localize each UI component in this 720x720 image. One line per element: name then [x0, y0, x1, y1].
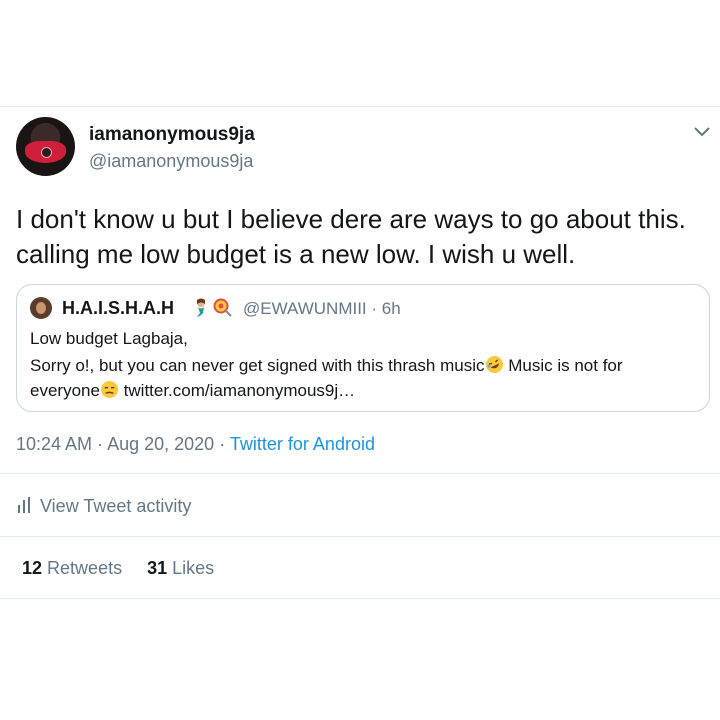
quoted-tweet-card[interactable]: H.A.I.S.H.A.H @EWAWUNMIII · 6h Low budge… — [16, 284, 710, 412]
chevron-down-icon[interactable] — [693, 124, 711, 138]
tweet-date[interactable]: Aug 20, 2020 — [107, 434, 214, 454]
bar-chart-icon — [18, 497, 30, 513]
quoted-text-line-3a: everyone — [30, 381, 100, 400]
quoted-time: 6h — [381, 299, 401, 318]
quoted-text-line-1: Low budget Lagbaja, — [30, 329, 188, 348]
engagement-stats: 12 Retweets 31 Likes — [22, 558, 234, 579]
quoted-text-line-2a: Sorry o!, but you can never get signed w… — [30, 356, 485, 375]
tweet-timestamp-row: 10:24 AM · Aug 20, 2020 · Twitter for An… — [16, 434, 375, 455]
author-display-name[interactable]: iamanonymous9ja — [89, 124, 255, 146]
retweets-count: 12 — [22, 558, 43, 578]
quoted-separator: · — [371, 299, 378, 318]
lollipop-emoji-icon — [213, 298, 232, 317]
unamused-emoji-icon — [100, 380, 118, 399]
timestamp-separator: · — [97, 434, 104, 454]
author-handle[interactable]: @iamanonymous9ja — [89, 151, 253, 172]
view-tweet-activity-label: View Tweet activity — [40, 496, 192, 516]
quoted-avatar-face — [36, 302, 46, 314]
quoted-meta: @EWAWUNMIII · 6h — [243, 299, 401, 319]
tweet-text: I don't know u but I believe dere are wa… — [16, 204, 686, 269]
source-separator: · — [219, 434, 226, 454]
likes-count: 31 — [147, 558, 168, 578]
likes-label: Likes — [172, 558, 215, 578]
stats-divider — [0, 598, 720, 599]
view-tweet-activity-link[interactable]: View Tweet activity — [16, 496, 191, 518]
quoted-text-line-2: Sorry o!, but you can never get signed w… — [30, 355, 623, 376]
avatar-mask-dot — [41, 147, 52, 158]
tweet-time[interactable]: 10:24 AM — [16, 434, 92, 454]
quoted-text-line-3: everyone twitter.com/iamanonymous9j… — [30, 380, 355, 401]
quoted-link[interactable]: twitter.com/iamanonymous9j… — [119, 381, 355, 400]
tweet-source-link[interactable]: Twitter for Android — [230, 434, 375, 454]
likes-stat[interactable]: 31 Likes — [147, 558, 214, 578]
rofl-emoji-icon — [485, 355, 503, 374]
quoted-handle: @EWAWUNMIII — [243, 299, 367, 318]
top-divider — [0, 106, 720, 107]
quoted-avatar — [30, 297, 52, 319]
activity-divider — [0, 536, 720, 537]
quoted-display-name: H.A.I.S.H.A.H — [62, 298, 175, 318]
mermaid-emoji-icon — [197, 298, 205, 317]
retweets-stat[interactable]: 12 Retweets — [22, 558, 127, 578]
avatar[interactable] — [16, 117, 75, 176]
retweets-label: Retweets — [47, 558, 123, 578]
meta-divider — [0, 473, 720, 474]
tweet-detail-page: iamanonymous9ja @iamanonymous9ja I don't… — [0, 0, 720, 720]
quoted-text-line-2b: Music is not for — [503, 356, 623, 375]
